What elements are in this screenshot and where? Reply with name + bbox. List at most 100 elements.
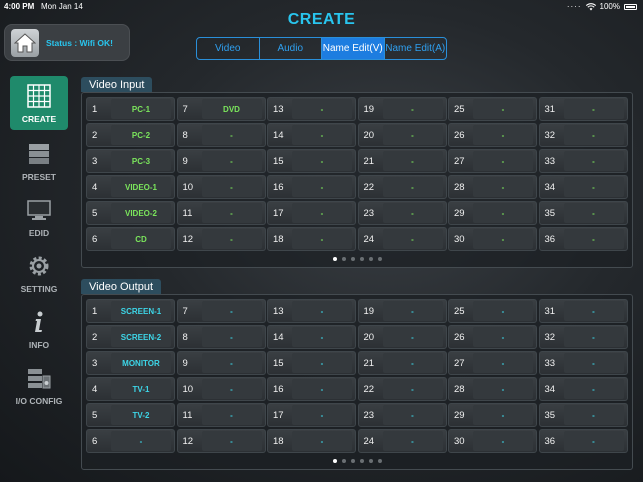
page-dot[interactable] [359,257,364,261]
output-cell[interactable]: 16- [267,377,356,401]
output-name-field[interactable]: - [382,431,443,451]
input-cell[interactable]: 26- [448,123,537,147]
input-name-field[interactable]: - [382,229,443,249]
input-name-field[interactable]: - [473,177,533,197]
input-cell[interactable]: 11- [176,201,266,225]
output-name-field[interactable]: - [382,353,443,373]
output-cell[interactable]: 18- [267,429,356,453]
output-name-field[interactable]: - [473,379,533,399]
sidebar-item-info[interactable]: INFO [10,302,68,356]
input-name-field[interactable]: - [292,125,352,145]
output-name-field[interactable]: MONITOR [111,353,171,373]
input-cell[interactable]: 27- [448,149,537,173]
input-cell[interactable]: 29- [448,201,537,225]
output-cell[interactable]: 21- [357,351,447,375]
output-cell[interactable]: 24- [357,429,447,453]
input-cell[interactable]: 19- [357,97,447,121]
output-cell[interactable]: 32- [538,325,628,349]
output-name-field[interactable]: - [563,353,624,373]
output-name-field[interactable]: - [201,301,262,321]
input-name-field[interactable]: - [201,177,262,197]
input-cell[interactable]: 25- [448,97,537,121]
input-cell[interactable]: 6 CD [86,227,175,251]
input-name-field[interactable]: - [292,99,352,119]
output-name-field[interactable]: - [201,431,262,451]
output-cell[interactable]: 15- [267,351,356,375]
input-cell[interactable]: 28- [448,175,537,199]
sidebar-item-preset[interactable]: PRESET [10,134,68,188]
output-cell[interactable]: 27- [448,351,537,375]
output-name-field[interactable]: - [382,405,443,425]
output-cell[interactable]: 13- [267,299,356,323]
output-cell[interactable]: 35- [538,403,628,427]
tab-video[interactable]: Video [197,38,260,59]
page-dot[interactable] [350,459,355,463]
output-name-field[interactable]: - [201,353,262,373]
input-name-field[interactable]: - [292,177,352,197]
input-cell[interactable]: 36- [538,227,628,251]
output-cell[interactable]: 11- [176,403,266,427]
output-name-field[interactable]: - [563,327,624,347]
input-name-field[interactable]: - [292,229,352,249]
input-name-field[interactable]: - [563,125,624,145]
output-cell[interactable]: 29- [448,403,537,427]
input-name-field[interactable]: - [292,151,352,171]
page-dot[interactable] [341,459,346,463]
input-name-field[interactable]: - [201,229,262,249]
output-name-field[interactable]: - [563,301,624,321]
input-cell[interactable]: 4 VIDEO-1 [86,175,175,199]
page-dot[interactable] [377,459,382,463]
video-output-page-indicator[interactable] [82,459,632,463]
video-input-page-indicator[interactable] [82,257,632,261]
page-dot[interactable] [332,459,337,463]
output-cell[interactable]: 1 SCREEN-1 [86,299,175,323]
page-dot[interactable] [350,257,355,261]
input-cell[interactable]: 1 PC-1 [86,97,175,121]
input-name-field[interactable]: DVD [201,99,262,119]
input-cell[interactable]: 17- [267,201,356,225]
sidebar-item-create[interactable]: CREATE [10,76,68,130]
output-cell[interactable]: 36- [538,429,628,453]
output-cell[interactable]: 19- [357,299,447,323]
input-name-field[interactable]: - [382,203,443,223]
output-cell[interactable]: 4 TV-1 [86,377,175,401]
output-cell[interactable]: 26- [448,325,537,349]
output-cell[interactable]: 23- [357,403,447,427]
output-name-field[interactable]: - [382,327,443,347]
status-box[interactable]: Status : Wifi OK! [4,24,130,61]
output-name-field[interactable]: - [292,431,352,451]
input-name-field[interactable]: - [473,151,533,171]
input-cell[interactable]: 30- [448,227,537,251]
input-name-field[interactable]: VIDEO-2 [111,203,171,223]
input-cell[interactable]: 15- [267,149,356,173]
input-name-field[interactable]: - [201,203,262,223]
input-name-field[interactable]: - [382,177,443,197]
input-name-field[interactable]: - [473,99,533,119]
output-cell[interactable]: 33- [538,351,628,375]
output-cell[interactable]: 30- [448,429,537,453]
input-cell[interactable]: 20- [357,123,447,147]
output-name-field[interactable]: - [292,353,352,373]
output-name-field[interactable]: - [473,431,533,451]
output-name-field[interactable]: - [201,405,262,425]
input-name-field[interactable]: - [563,229,624,249]
input-name-field[interactable]: - [201,151,262,171]
input-name-field[interactable]: - [382,125,443,145]
output-name-field[interactable]: SCREEN-2 [111,327,171,347]
page-dot[interactable] [332,257,337,261]
input-cell[interactable]: 5 VIDEO-2 [86,201,175,225]
input-cell[interactable]: 24- [357,227,447,251]
home-icon[interactable] [11,28,39,57]
tab-name-edit-video[interactable]: Name Edit(V) [322,38,385,59]
input-name-field[interactable]: - [292,203,352,223]
output-name-field[interactable]: - [382,379,443,399]
output-name-field[interactable]: - [563,379,624,399]
input-name-field[interactable]: PC-3 [111,151,171,171]
output-name-field[interactable]: - [563,431,624,451]
output-cell[interactable]: 25- [448,299,537,323]
output-name-field[interactable]: - [382,301,443,321]
input-cell[interactable]: 22- [357,175,447,199]
input-cell[interactable]: 9- [176,149,266,173]
input-cell[interactable]: 8- [176,123,266,147]
output-cell[interactable]: 17- [267,403,356,427]
